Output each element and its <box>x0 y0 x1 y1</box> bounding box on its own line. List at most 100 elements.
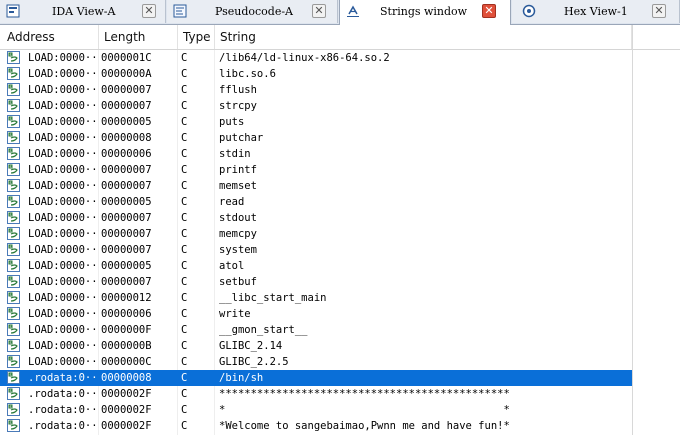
string-item-icon: s <box>7 51 20 64</box>
string-cell: stdout <box>219 212 257 224</box>
column-header-address[interactable]: Address <box>2 25 99 49</box>
svg-text:s: s <box>9 388 11 393</box>
address-cell: LOAD:0000··· <box>28 340 96 352</box>
table-row[interactable]: s LOAD:0000··· 00000005 Cputs <box>0 114 632 130</box>
table-row[interactable]: s LOAD:0000··· 00000007 Csetbuf <box>0 274 632 290</box>
table-row[interactable]: s LOAD:0000··· 0000001C C/lib64/ld-linux-x8… <box>0 50 632 66</box>
type-cell: C <box>181 164 188 176</box>
type-cell: C <box>181 356 188 368</box>
string-cell: atol <box>219 260 245 272</box>
svg-text:s: s <box>9 372 11 377</box>
column-header-type[interactable]: Type <box>178 25 215 49</box>
string-item-icon: s <box>7 99 20 112</box>
string-item-icon: s <box>7 275 20 288</box>
table-right-edge <box>632 25 633 435</box>
string-cell: write <box>219 308 251 320</box>
length-cell: 00000007 <box>101 180 152 192</box>
string-item-icon: s <box>7 419 20 432</box>
close-icon[interactable]: ✕ <box>142 4 156 18</box>
table-row[interactable]: s LOAD:0000··· 00000006 Cstdin <box>0 146 632 162</box>
address-cell: LOAD:0000··· <box>28 100 96 112</box>
table-row[interactable]: s LOAD:0000··· 00000006 Cwrite <box>0 306 632 322</box>
address-cell: LOAD:0000··· <box>28 164 96 176</box>
table-row[interactable]: s LOAD:0000··· 00000005 Cread <box>0 194 632 210</box>
table-row[interactable]: s LOAD:0000··· 0000000A Clibc.so.6 <box>0 66 632 82</box>
pseudocode-icon <box>173 4 187 18</box>
type-cell: C <box>181 340 188 352</box>
type-cell: C <box>181 388 188 400</box>
table-row[interactable]: s LOAD:0000··· 00000007 Cprintf <box>0 162 632 178</box>
table-row[interactable]: s LOAD:0000··· 00000007 Cmemset <box>0 178 632 194</box>
tab-ida-view-a[interactable]: IDA View-A ✕ <box>0 0 166 23</box>
table-row[interactable]: s LOAD:0000··· 00000007 Cstrcpy <box>0 98 632 114</box>
table-row[interactable]: s .rodata:0··· 0000002F C * * <box>0 402 632 418</box>
tab-pseudocode-a[interactable]: Pseudocode-A ✕ <box>167 0 338 23</box>
string-cell: strcpy <box>219 100 257 112</box>
address-cell: LOAD:0000··· <box>28 68 96 80</box>
svg-text:s: s <box>9 340 11 345</box>
svg-text:s: s <box>9 260 11 265</box>
type-cell: C <box>181 292 188 304</box>
close-icon[interactable]: ✕ <box>482 4 496 18</box>
string-cell: /bin/sh <box>219 372 264 384</box>
table-row[interactable]: s LOAD:0000··· 00000008 Cputchar <box>0 130 632 146</box>
table-row[interactable]: s LOAD:0000··· 0000000B C GLIBC_2.14 <box>0 338 632 354</box>
table-row[interactable]: s LOAD:0000··· 00000007 Cmemcpy <box>0 226 632 242</box>
length-cell: 00000005 <box>101 260 152 272</box>
column-header-string[interactable]: String <box>215 25 632 49</box>
tab-label: IDA View-A <box>52 5 116 18</box>
type-cell: C <box>181 212 188 224</box>
length-cell: 00000008 <box>101 372 152 384</box>
string-cell: *Welcome to sangebaimao,Pwnn me and have… <box>219 420 510 432</box>
tab-hex-view-1[interactable]: Hex View-1 ✕ <box>512 0 680 23</box>
string-item-icon: s <box>7 339 20 352</box>
length-cell: 00000006 <box>101 308 152 320</box>
tab-label: Strings window <box>380 5 468 18</box>
string-item-icon: s <box>7 131 20 144</box>
svg-text:s: s <box>9 324 11 329</box>
svg-text:s: s <box>9 68 11 73</box>
svg-text:s: s <box>9 132 11 137</box>
svg-text:s: s <box>9 164 11 169</box>
table-row[interactable]: s LOAD:0000··· 00000012 C __libc_start_main <box>0 290 632 306</box>
table-row[interactable]: s LOAD:0000··· 00000005 Catol <box>0 258 632 274</box>
type-cell: C <box>181 180 188 192</box>
table-row[interactable]: s LOAD:0000··· 00000007 Csystem <box>0 242 632 258</box>
length-cell: 00000007 <box>101 228 152 240</box>
tab-strings-window[interactable]: Strings window ✕ <box>339 0 511 25</box>
address-cell: LOAD:0000··· <box>28 292 96 304</box>
type-cell: C <box>181 52 188 64</box>
table-row[interactable]: s .rodata:0··· 0000002F C ******************… <box>0 386 632 402</box>
string-item-icon: s <box>7 83 20 96</box>
string-item-icon: s <box>7 259 20 272</box>
type-cell: C <box>181 100 188 112</box>
address-cell: LOAD:0000··· <box>28 116 96 128</box>
table-row[interactable]: s .rodata:0··· 0000002F C *Welcome to sangeb… <box>0 418 632 434</box>
string-item-icon: s <box>7 355 20 368</box>
string-item-icon: s <box>7 147 20 160</box>
table-row[interactable]: s LOAD:0000··· 0000000C C GLIBC_2.2.5 <box>0 354 632 370</box>
close-icon[interactable]: ✕ <box>312 4 326 18</box>
column-header-length[interactable]: Length <box>99 25 178 49</box>
svg-text:s: s <box>9 100 11 105</box>
address-cell: .rodata:0··· <box>28 372 96 384</box>
table-row[interactable]: s LOAD:0000··· 00000007 Cfflush <box>0 82 632 98</box>
close-icon[interactable]: ✕ <box>652 4 666 18</box>
type-cell: C <box>181 404 188 416</box>
address-cell: LOAD:0000··· <box>28 132 96 144</box>
string-cell: puts <box>219 116 245 128</box>
type-cell: C <box>181 148 188 160</box>
string-cell: system <box>219 244 257 256</box>
table-row[interactable]: s .rodata:0··· 00000008 C/bin/sh <box>0 370 632 386</box>
length-cell: 00000007 <box>101 244 152 256</box>
table-row[interactable]: s LOAD:0000··· 00000007 Cstdout <box>0 210 632 226</box>
address-cell: LOAD:0000··· <box>28 260 96 272</box>
svg-text:s: s <box>9 420 11 425</box>
type-cell: C <box>181 132 188 144</box>
string-cell: __libc_start_main <box>219 292 327 304</box>
length-cell: 00000007 <box>101 84 152 96</box>
length-cell: 0000000C <box>101 356 152 368</box>
table-row[interactable]: s LOAD:0000··· 0000000F C __gmon_start__ <box>0 322 632 338</box>
tab-label: Pseudocode-A <box>215 5 294 18</box>
string-item-icon: s <box>7 291 20 304</box>
